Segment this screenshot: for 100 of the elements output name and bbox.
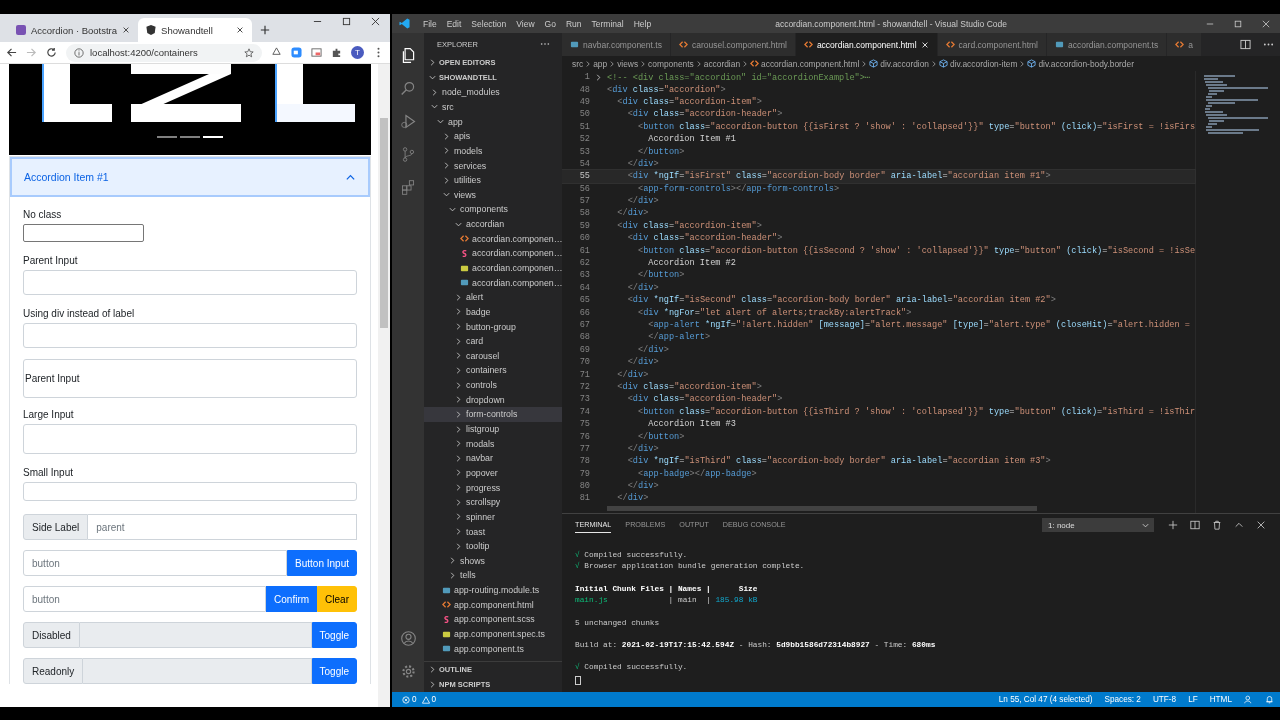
tree-folder[interactable]: spinner xyxy=(424,509,562,525)
tree-document[interactable]: app-routing.module.ts xyxy=(424,582,562,598)
menu-item[interactable]: Go xyxy=(539,18,561,29)
status-item[interactable]: Spaces: 2 xyxy=(1104,695,1141,704)
breadcrumb[interactable]: app xyxy=(593,58,608,69)
line-number: 59 xyxy=(578,220,590,231)
line-number: 55 xyxy=(578,171,590,182)
breadcrumb[interactable]: accordian xyxy=(703,58,741,69)
error-count[interactable]: 0 xyxy=(412,695,417,704)
browser-tab[interactable]: Showandtell xyxy=(138,18,253,42)
menu-item[interactable]: Edit xyxy=(441,18,467,29)
breadcrumb[interactable]: div.accordion xyxy=(869,58,930,69)
tree-folder[interactable]: listgroup xyxy=(424,421,562,437)
breadcrumb[interactable]: div.accordion-item xyxy=(939,58,1018,69)
tree-folder[interactable]: toast xyxy=(424,524,562,539)
tree-folder[interactable]: tooltip xyxy=(424,538,562,554)
tree-folder[interactable]: apis xyxy=(424,128,562,144)
editor-tab[interactable]: accordian.component.ts xyxy=(1046,33,1168,56)
tree-folder[interactable]: containers xyxy=(424,363,562,378)
tree-folder[interactable]: models xyxy=(424,143,562,159)
breadcrumb[interactable]: views xyxy=(617,58,639,69)
tree-folder[interactable]: shows xyxy=(424,553,562,569)
tree-folder[interactable]: button-group xyxy=(424,319,562,334)
tree-folder[interactable]: form-controls xyxy=(424,407,562,422)
warning-count[interactable]: 0 xyxy=(431,695,437,704)
tree-document[interactable]: app.component.html xyxy=(424,597,562,613)
menu-item[interactable]: Selection xyxy=(466,18,512,29)
tree-folder[interactable]: card xyxy=(424,333,562,349)
tree-document[interactable]: accordian.componen… xyxy=(424,246,562,261)
tree-folder[interactable]: views xyxy=(424,187,562,203)
code-line: <app-form-controls></app-form-controls> xyxy=(636,183,840,194)
tree-folder[interactable]: scrollspy xyxy=(424,494,562,510)
breadcrumb[interactable]: div.accordion-body.border xyxy=(1027,58,1134,69)
group-button[interactable]: Button Input xyxy=(287,550,357,576)
editor-tab[interactable]: card.component.html xyxy=(937,33,1047,56)
line-number: 65 xyxy=(578,295,590,306)
menu-item[interactable]: View xyxy=(511,18,540,29)
tree-document[interactable]: accordian.componen… xyxy=(424,260,562,276)
address-bar[interactable]: localhost:4200/containers xyxy=(66,43,262,62)
browser-tab[interactable]: Accordion · Bootstra xyxy=(8,18,139,42)
tree-folder[interactable]: controls xyxy=(424,377,562,393)
status-item[interactable]: Ln 55, Col 47 (4 selected) xyxy=(998,695,1093,704)
input-field[interactable]: parent xyxy=(88,514,357,540)
menu-item[interactable]: File xyxy=(418,18,442,29)
line-number: 60 xyxy=(578,233,590,244)
tree-folder[interactable]: node_modules xyxy=(424,85,562,100)
code-line: <div class="accordion-header"> xyxy=(626,109,783,120)
tree-folder[interactable]: carousel xyxy=(424,348,562,364)
tree-document[interactable]: app.component.ts xyxy=(424,641,562,656)
accordion-header[interactable]: Accordion Item #1 xyxy=(10,157,370,197)
tree-folder[interactable]: navbar xyxy=(424,451,562,466)
line-number: 72 xyxy=(578,381,590,392)
line-number: 66 xyxy=(578,307,590,318)
group-button[interactable]: Confirm xyxy=(266,586,318,612)
breadcrumb[interactable]: accordian.component.html xyxy=(750,58,860,69)
line-number: 77 xyxy=(578,443,590,454)
tree-folder[interactable]: progress xyxy=(424,480,562,495)
tree-folder[interactable]: modals xyxy=(424,436,562,451)
tree-folder[interactable]: src xyxy=(424,99,562,115)
tree-document[interactable]: app.component.scss xyxy=(424,612,562,627)
tree-folder[interactable]: utilities xyxy=(424,172,562,188)
line-number: 1 xyxy=(583,72,590,83)
tree-folder[interactable]: dropdown xyxy=(424,392,562,408)
editor-tab[interactable]: a xyxy=(1167,33,1202,56)
breadcrumb[interactable]: src xyxy=(572,58,584,69)
tree-folder[interactable]: popover xyxy=(424,465,562,481)
code-line: </div> xyxy=(626,196,659,207)
editor-tab[interactable]: accordian.component.html xyxy=(795,33,938,56)
field-label: Small Input xyxy=(23,467,75,479)
status-item[interactable]: HTML xyxy=(1209,695,1232,704)
menu-item[interactable]: Terminal xyxy=(586,18,629,29)
line-number: 71 xyxy=(578,369,590,380)
breadcrumb[interactable]: components xyxy=(648,58,694,69)
input-field[interactable]: Parent Input xyxy=(23,359,357,398)
editor-tab[interactable]: carousel.component.html xyxy=(670,33,796,56)
terminal-dropdown[interactable]: 1: node xyxy=(1042,518,1154,532)
tree-document[interactable]: accordian.componen… xyxy=(424,275,562,290)
profile-button[interactable]: T xyxy=(351,46,364,59)
status-item[interactable]: UTF-8 xyxy=(1152,695,1177,704)
status-item[interactable]: LF xyxy=(1188,695,1198,704)
code-line: <div class="accordion"> xyxy=(607,84,726,95)
line-number: 58 xyxy=(578,208,590,219)
tree-folder[interactable]: tells xyxy=(424,568,562,583)
tree-document[interactable]: accordian.componen… xyxy=(424,231,562,247)
code-line: </div> xyxy=(616,208,649,219)
tree-folder[interactable]: badge xyxy=(424,304,562,320)
menu-item[interactable]: Run xyxy=(560,18,587,29)
tree-folder[interactable]: alert xyxy=(424,289,562,305)
tree-folder[interactable]: services xyxy=(424,158,562,173)
code-line: <div class="accordion-item"> xyxy=(616,220,762,231)
line-number: 52 xyxy=(578,134,590,145)
tree-folder[interactable]: accordian xyxy=(424,216,562,232)
editor-tab[interactable]: navbar.component.ts xyxy=(562,33,671,56)
group-button[interactable]: Clear xyxy=(317,586,357,612)
tree-folder[interactable]: app xyxy=(424,114,562,129)
code-line: </div> xyxy=(626,357,659,368)
tree-folder[interactable]: components xyxy=(424,202,562,217)
menu-item[interactable]: Help xyxy=(628,18,657,29)
field-label: No class xyxy=(23,209,63,221)
tree-document[interactable]: app.component.spec.ts xyxy=(424,626,562,642)
